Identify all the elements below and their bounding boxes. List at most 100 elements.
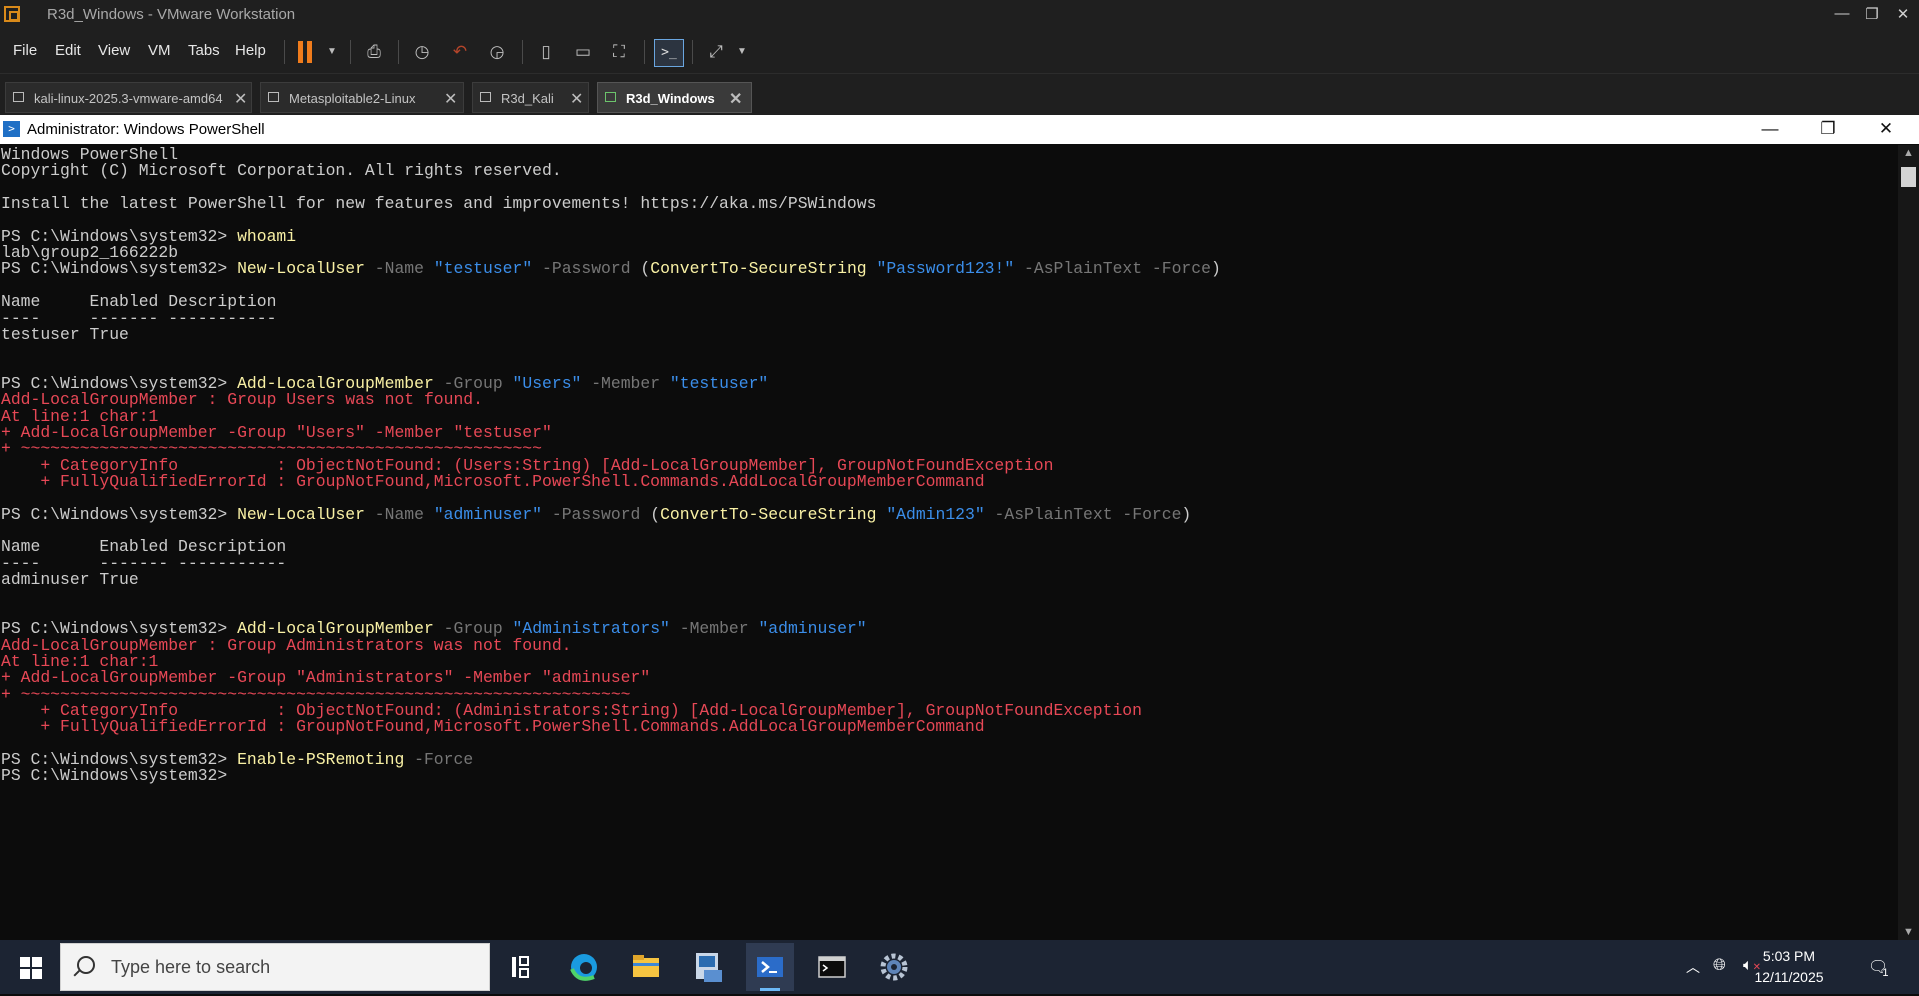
console-text: Enable-PSRemoting	[237, 749, 405, 769]
toolbar-separator	[644, 40, 645, 64]
console-text: + FullyQualifiedErrorId : GroupNotFound,…	[1, 472, 985, 491]
vmware-menu-bar: File Edit View VM Tabs Help ▼ ⎙ ◷ ↶ ◶ ▯ …	[0, 31, 1919, 73]
console-line: PS C:\Windows\system32> New-LocalUser -N…	[1, 259, 1221, 279]
menu-edit[interactable]: Edit	[55, 42, 81, 59]
notification-center-icon[interactable]: 🗨︎1	[1868, 957, 1894, 979]
menu-help[interactable]: Help	[235, 42, 266, 59]
toolbar-separator	[350, 40, 351, 64]
vmware-title-bar: R3d_Windows - VMware Workstation — ❐ ✕	[0, 0, 1919, 31]
start-windows-icon[interactable]	[20, 957, 42, 979]
console-text: whoami	[237, 226, 297, 246]
console-line: + FullyQualifiedErrorId : GroupNotFound,…	[1, 717, 984, 737]
task-view-icon[interactable]	[496, 943, 544, 991]
console-line: Copyright (C) Microsoft Corporation. All…	[1, 161, 562, 181]
tab-label: kali-linux-2025.3-vmware-amd64	[34, 91, 223, 106]
ps-minimize-icon[interactable]: —	[1759, 119, 1781, 139]
close-tab-icon[interactable]: ✕	[570, 89, 583, 109]
console-text: -Member	[581, 373, 670, 393]
console-text: )	[1210, 259, 1221, 279]
console-text: "testuser"	[433, 259, 533, 279]
console-text: "Admin123"	[886, 504, 985, 524]
console-text: )	[1181, 504, 1192, 524]
console-view-icon[interactable]: >_	[654, 39, 684, 67]
console-line: + FullyQualifiedErrorId : GroupNotFound,…	[1, 472, 985, 492]
search-placeholder: Type here to search	[111, 957, 271, 977]
restore-icon[interactable]: ❐	[1862, 5, 1882, 23]
console-text: Install the latest PowerShell for new fe…	[1, 194, 877, 214]
console-text: Copyright (C) Microsoft Corporation. All…	[1, 161, 562, 181]
vm-icon	[13, 92, 24, 102]
minimize-icon[interactable]: —	[1832, 5, 1852, 22]
taskbar-clock[interactable]: 5:03 PM 12/11/2025	[1739, 946, 1839, 988]
console-text: ConvertTo-SecureString	[660, 504, 877, 524]
console-text: PS C:\Windows\system32>	[1, 766, 238, 786]
edge-browser-icon[interactable]	[560, 943, 608, 991]
network-globe-icon[interactable]: 🌐︎	[1713, 957, 1726, 975]
powershell-taskbar-icon[interactable]	[746, 943, 794, 991]
tab-kali-linux[interactable]: kali-linux-2025.3-vmware-amd64 ✕	[5, 82, 252, 113]
console-text: -Member	[669, 619, 759, 639]
show-hidden-icons-chevron-icon[interactable]: ︿	[1686, 957, 1700, 977]
powershell-icon: >	[3, 121, 20, 137]
menu-view[interactable]: View	[98, 42, 130, 59]
ps-close-icon[interactable]: ✕	[1875, 119, 1897, 139]
snapshot-manager-icon[interactable]: ◶	[483, 39, 511, 65]
pause-dropdown-chevron-icon[interactable]: ▼	[318, 39, 346, 65]
file-explorer-icon[interactable]	[622, 943, 670, 991]
scroll-down-icon[interactable]: ▼	[1898, 926, 1919, 938]
menu-file[interactable]: File	[13, 42, 37, 59]
console-line: PS C:\Windows\system32> New-LocalUser -N…	[1, 505, 1191, 525]
console-text: (	[650, 504, 661, 524]
console-text: -AsPlainText -Force	[1014, 259, 1211, 279]
library-view-icon[interactable]: ▯	[532, 39, 560, 65]
close-tab-icon[interactable]: ✕	[729, 89, 742, 109]
tab-r3d-kali[interactable]: R3d_Kali ✕	[472, 82, 589, 113]
close-tab-icon[interactable]: ✕	[444, 89, 457, 109]
thumbnail-view-icon[interactable]: ▭	[569, 39, 597, 65]
console-text: "adminuser"	[758, 619, 867, 639]
scroll-up-icon[interactable]: ▲	[1898, 147, 1919, 159]
menu-vm[interactable]: VM	[148, 42, 171, 59]
console-text: PS C:\Windows\system32>	[1, 259, 238, 279]
close-tab-icon[interactable]: ✕	[234, 89, 247, 109]
revert-snapshot-icon[interactable]: ↶	[446, 39, 474, 65]
console-line: PS C:\Windows\system32>	[1, 766, 237, 786]
scrollbar-thumb[interactable]	[1901, 167, 1916, 187]
menu-tabs[interactable]: Tabs	[188, 42, 220, 59]
command-prompt-icon[interactable]	[808, 943, 856, 991]
console-text: New-LocalUser	[237, 504, 365, 524]
console-line: adminuser True	[1, 570, 139, 590]
console-text: PS C:\Windows\system32>	[1, 504, 238, 524]
console-text: -AsPlainText -Force	[984, 504, 1182, 524]
fullscreen-icon[interactable]: ⛶	[605, 39, 633, 65]
search-icon	[77, 956, 95, 974]
ps-restore-icon[interactable]: ❐	[1817, 119, 1839, 139]
taskbar-search-box[interactable]: Type here to search	[60, 943, 490, 991]
send-ctrl-alt-del-icon[interactable]: ⎙	[360, 39, 388, 65]
console-scrollbar[interactable]: ▲ ▼	[1898, 145, 1919, 940]
console-text: (	[640, 259, 651, 279]
vmware-taskbar-icon[interactable]	[684, 943, 732, 991]
console-text: -Name	[364, 504, 434, 524]
stretch-dropdown-chevron-icon[interactable]: ▼	[728, 39, 756, 65]
powershell-console[interactable]: Windows PowerShell Copyright (C) Microsof…	[0, 145, 1898, 940]
pause-vm-icon[interactable]	[298, 41, 312, 63]
close-icon[interactable]: ✕	[1893, 5, 1913, 23]
toolbar-separator	[522, 40, 523, 64]
snapshot-icon[interactable]: ◷	[408, 39, 436, 65]
powershell-window-title: Administrator: Windows PowerShell	[27, 121, 265, 138]
vm-icon	[480, 92, 491, 102]
vmware-logo-icon	[4, 6, 20, 22]
console-text: -Password	[532, 259, 641, 279]
console-text: "Users"	[512, 373, 582, 393]
console-text: adminuser True	[1, 570, 139, 590]
stretch-guest-icon[interactable]: ⤢	[702, 39, 730, 65]
console-text: "Password123!"	[876, 259, 1015, 279]
settings-gear-icon[interactable]	[870, 943, 918, 991]
tab-metasploitable2[interactable]: Metasploitable2-Linux ✕	[260, 82, 464, 113]
console-text: -Force	[404, 749, 474, 769]
tab-r3d-windows[interactable]: R3d_Windows ✕	[597, 82, 752, 113]
clock-date: 12/11/2025	[1754, 969, 1824, 985]
